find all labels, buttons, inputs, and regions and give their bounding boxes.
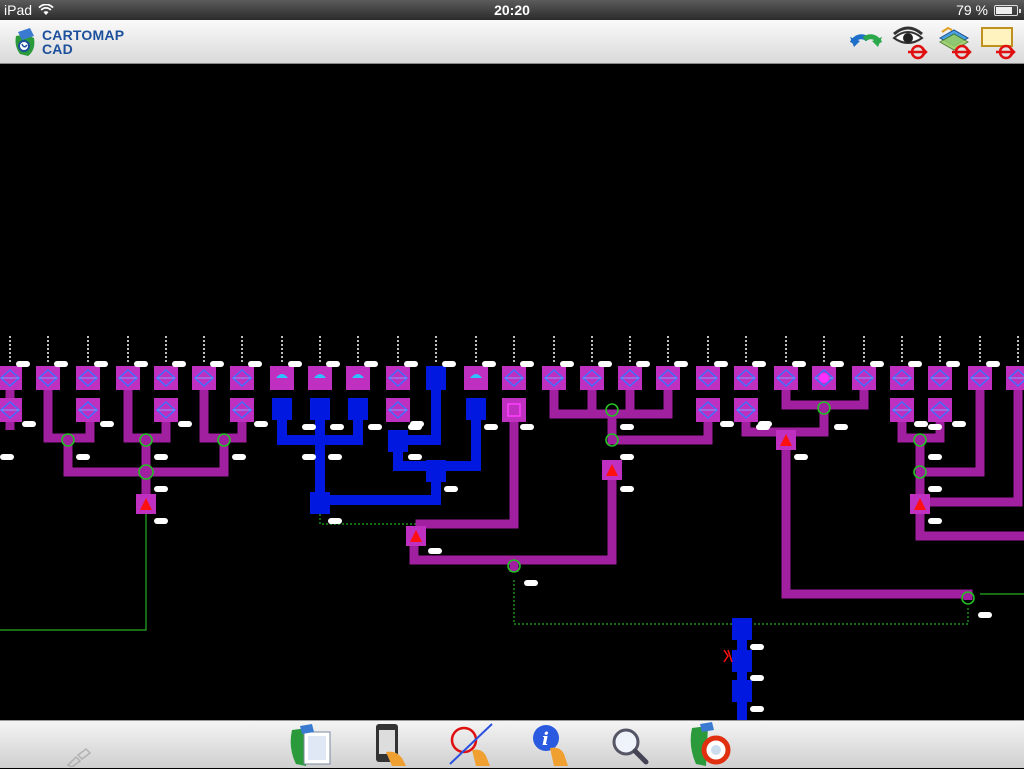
layers-button[interactable] [936,24,972,60]
node-box[interactable] [308,366,332,390]
battery-icon [994,4,1021,16]
app-logo: CARTOMAP CAD [12,26,124,58]
node-box[interactable] [618,366,642,390]
node-box[interactable] [502,366,526,390]
node-box[interactable] [76,398,100,422]
node-box[interactable] [502,398,526,422]
help-icon [690,722,731,766]
valve-marker[interactable] [819,373,829,383]
note-button[interactable] [980,24,1016,60]
node-box[interactable] [154,398,178,422]
map-canvas[interactable] [0,64,1024,720]
inspection-nodes[interactable] [0,366,1024,422]
layers-icon [938,26,972,60]
survey-ticks [9,336,1019,362]
node-box[interactable] [464,366,488,390]
logo-line-1: CARTOMAP [42,27,125,43]
node-box[interactable] [928,398,952,422]
undo-redo-icon [849,34,883,47]
node-box[interactable] [696,366,720,390]
pen-icon[interactable] [66,747,92,767]
visibility-button[interactable] [892,24,928,60]
documents-icon [290,724,331,766]
help-button[interactable] [686,722,736,768]
documents-button[interactable] [286,722,336,768]
node-box[interactable] [542,366,566,390]
select-area-icon [449,723,493,766]
node-box[interactable] [1006,366,1024,390]
battery-percent: 79 % [956,2,988,18]
network-drawing[interactable] [0,64,1024,720]
visibility-icon [892,26,928,60]
svg-text:i: i [542,729,549,750]
logo-icon [15,28,35,56]
node-box[interactable] [36,366,60,390]
node-box[interactable] [230,398,254,422]
top-tools [848,24,1016,60]
node-box[interactable] [230,366,254,390]
node-box[interactable] [386,398,410,422]
app-toolbar: CARTOMAP CAD [0,20,1024,64]
node-box[interactable] [890,398,914,422]
node-box[interactable] [346,366,370,390]
node-box[interactable] [192,366,216,390]
node-box[interactable] [154,366,178,390]
device-button[interactable] [366,722,416,768]
node-box[interactable] [386,366,410,390]
note-icon [981,27,1016,60]
node-box[interactable] [270,366,294,390]
node-box[interactable] [852,366,876,390]
node-box[interactable] [76,366,100,390]
node-box[interactable] [580,366,604,390]
node-box[interactable] [656,366,680,390]
node-box[interactable] [734,398,758,422]
node-box[interactable] [696,398,720,422]
search-icon [612,728,649,765]
node-box[interactable] [0,398,22,422]
node-box[interactable] [968,366,992,390]
search-button[interactable] [606,722,656,768]
undo-redo-button[interactable] [848,24,884,60]
logo-line-2: CAD [42,41,73,57]
node-box[interactable] [774,366,798,390]
node-box[interactable] [734,366,758,390]
select-area-button[interactable] [446,722,496,768]
alert-markers[interactable] [136,430,930,663]
logo-text: CARTOMAP CAD [42,28,124,56]
node-box[interactable] [928,366,952,390]
clock: 20:20 [494,2,530,18]
node-box[interactable] [116,366,140,390]
info-icon: i [533,725,568,766]
node-box[interactable] [890,366,914,390]
status-bar: iPad 20:20 79 % [0,0,1024,20]
node-box[interactable] [0,366,22,390]
device-icon [376,724,406,766]
bottom-tools: i [286,721,736,769]
info-button[interactable]: i [526,722,576,768]
bottom-toolbar: i [0,720,1024,768]
